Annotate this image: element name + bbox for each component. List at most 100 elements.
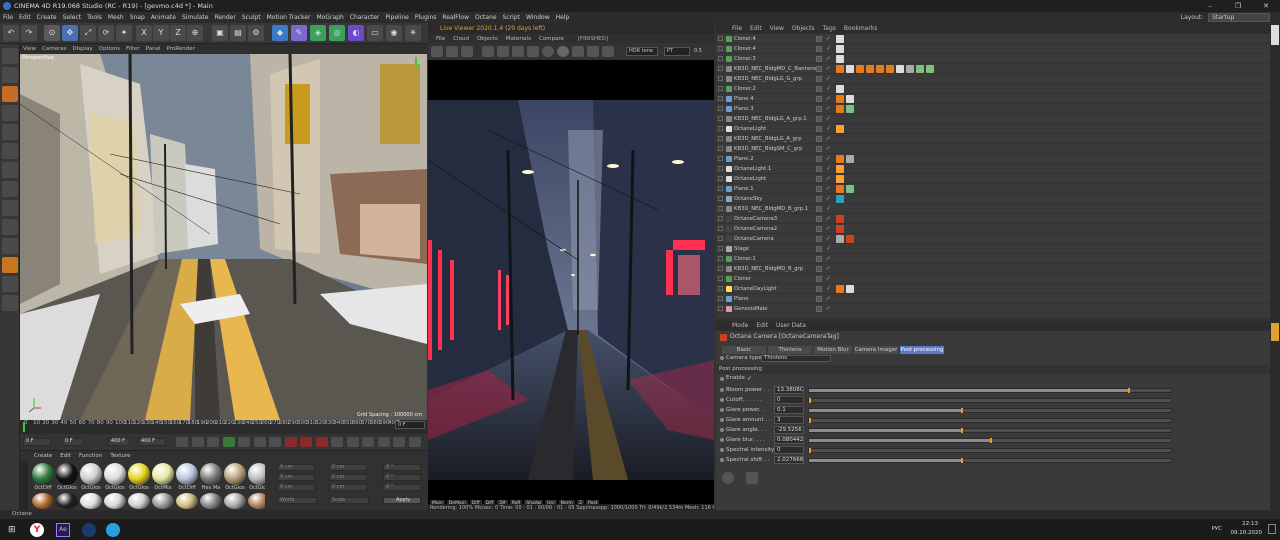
enabled-check-icon[interactable]: ✓ <box>826 204 831 214</box>
visibility-toggle[interactable] <box>816 96 822 102</box>
menu-octane[interactable]: Octane <box>472 12 500 23</box>
render-view-icon[interactable]: ▣ <box>212 25 228 41</box>
param-slider-knob[interactable] <box>809 398 811 403</box>
tab-basic[interactable]: Basic <box>722 346 766 354</box>
model-mode-icon[interactable] <box>2 67 18 83</box>
enabled-check-icon[interactable]: ✓ <box>826 94 831 104</box>
expand-toggle[interactable] <box>718 46 723 51</box>
menu-window[interactable]: Window <box>523 12 553 23</box>
visibility-toggle[interactable] <box>816 306 822 312</box>
save-render-icon[interactable] <box>602 46 614 57</box>
rotate-icon[interactable]: ⟳ <box>98 25 114 41</box>
menu-plugins[interactable]: Plugins <box>412 12 440 23</box>
region-render-icon[interactable] <box>482 46 494 57</box>
edges-mode-icon[interactable] <box>2 143 18 159</box>
material-menu-edit[interactable]: Edit <box>56 453 75 459</box>
visibility-toggle[interactable] <box>816 86 822 92</box>
visibility-toggle[interactable] <box>816 126 822 132</box>
param-slider[interactable] <box>808 418 1172 423</box>
material-swatch[interactable] <box>176 493 198 509</box>
expand-toggle[interactable] <box>718 126 723 131</box>
y-axis-icon[interactable]: Y <box>153 25 169 41</box>
expand-toggle[interactable] <box>718 226 723 231</box>
menu-edit[interactable]: Edit <box>16 12 34 23</box>
enabled-check-icon[interactable]: ✓ <box>826 224 831 234</box>
rot-b-field[interactable]: 0 ° <box>383 484 421 491</box>
material-pick-icon[interactable] <box>542 46 554 57</box>
last-tool-icon[interactable]: ✦ <box>116 25 132 41</box>
playhead[interactable] <box>23 422 25 432</box>
start-frame-field[interactable]: 0 F <box>23 438 51 446</box>
after-effects-icon[interactable]: Ae <box>56 523 70 537</box>
enabled-check-icon[interactable]: ✓ <box>826 144 831 154</box>
camera-type-dropdown[interactable]: Thinlens <box>761 355 831 362</box>
end-frame-field[interactable]: 400 F <box>108 438 130 446</box>
rot-h-field[interactable]: 0 ° <box>383 464 421 471</box>
object-tag-icon[interactable] <box>926 65 934 73</box>
points-mode-icon[interactable] <box>2 124 18 140</box>
visibility-toggle[interactable] <box>816 136 822 142</box>
object-row[interactable]: OctaneSky ✓ <box>716 194 1270 204</box>
material-swatch[interactable] <box>128 463 150 485</box>
object-tag-icon[interactable] <box>836 235 844 243</box>
z-axis-icon[interactable]: Z <box>170 25 186 41</box>
object-row[interactable]: KB3D_NEC_BldgLG_G_grp ✓ <box>716 74 1270 84</box>
menu-mograph[interactable]: MoGraph <box>314 12 347 23</box>
enabled-check-icon[interactable]: ✓ <box>826 44 831 54</box>
expand-toggle[interactable] <box>718 106 723 111</box>
camera-pick-icon[interactable] <box>572 46 584 57</box>
param-value-field[interactable]: 0 <box>774 396 804 404</box>
object-row[interactable]: OctaneCamera2 ✓ <box>716 224 1270 234</box>
tab-post-processing[interactable]: Post processing <box>900 346 944 354</box>
visibility-toggle[interactable] <box>816 66 822 72</box>
menu-mesh[interactable]: Mesh <box>105 12 127 23</box>
material-swatch[interactable] <box>200 493 222 509</box>
attributes-tab[interactable] <box>1271 323 1279 341</box>
object-tag-icon[interactable] <box>836 45 844 53</box>
param-value-field[interactable]: -29.5256 <box>774 426 804 434</box>
object-tag-icon[interactable] <box>836 215 844 223</box>
tab-motion-blur[interactable]: Motion Blur <box>814 346 852 354</box>
viewport-menu-display[interactable]: Display <box>70 44 96 54</box>
viewport-menu-cameras[interactable]: Cameras <box>39 44 69 54</box>
object-row[interactable]: Cloner.2 ✓ <box>716 84 1270 94</box>
object-row[interactable]: Stage ✓ <box>716 244 1270 254</box>
menu-render[interactable]: Render <box>211 12 238 23</box>
object-tag-icon[interactable] <box>836 165 844 173</box>
param-slider[interactable] <box>808 408 1172 413</box>
expand-toggle[interactable] <box>718 166 723 171</box>
position-key-icon[interactable] <box>331 437 343 447</box>
enabled-check-icon[interactable]: ✓ <box>826 154 831 164</box>
snapping-icon[interactable] <box>2 219 18 235</box>
rot-p-field[interactable]: 0 ° <box>383 474 421 481</box>
object-row[interactable]: Cloner.4 ✓ <box>716 44 1270 54</box>
object-row[interactable]: GenesisMale ✓ <box>716 304 1270 314</box>
object-row[interactable]: Plane ✓ <box>716 294 1270 304</box>
object-row[interactable]: Cloner ✓ <box>716 274 1270 284</box>
param-slider-knob[interactable] <box>809 448 811 453</box>
object-row[interactable]: OctaneDayLight ✓ <box>716 284 1270 294</box>
material-menu-create[interactable]: Create <box>30 453 56 459</box>
pos-z-field[interactable]: 0 cm <box>277 484 315 491</box>
om-menu-objects[interactable]: Objects <box>788 23 819 34</box>
enabled-check-icon[interactable]: ✓ <box>826 74 831 84</box>
grid-icon[interactable] <box>2 295 18 311</box>
menu-simulate[interactable]: Simulate <box>179 12 212 23</box>
visibility-toggle[interactable] <box>816 46 822 52</box>
object-tag-icon[interactable] <box>846 185 854 193</box>
visibility-toggle[interactable] <box>816 36 822 42</box>
enabled-check-icon[interactable]: ✓ <box>826 114 831 124</box>
material-menu-function[interactable]: Function <box>75 453 106 459</box>
expand-toggle[interactable] <box>718 266 723 271</box>
menu-motion-tracker[interactable]: Motion Tracker <box>264 12 314 23</box>
material-swatch[interactable] <box>152 493 174 509</box>
minimize-button[interactable]: – <box>1196 0 1224 12</box>
color-pick-icon[interactable] <box>587 46 599 57</box>
scale-icon[interactable]: ⤢ <box>80 25 96 41</box>
object-tag-icon[interactable] <box>836 65 844 73</box>
viewport-menu-prorender[interactable]: ProRender <box>164 44 198 54</box>
object-tag-icon[interactable] <box>846 105 854 113</box>
current-frame-field[interactable]: 0 F <box>62 438 84 446</box>
expand-toggle[interactable] <box>718 196 723 201</box>
solo-icon[interactable] <box>2 238 18 254</box>
